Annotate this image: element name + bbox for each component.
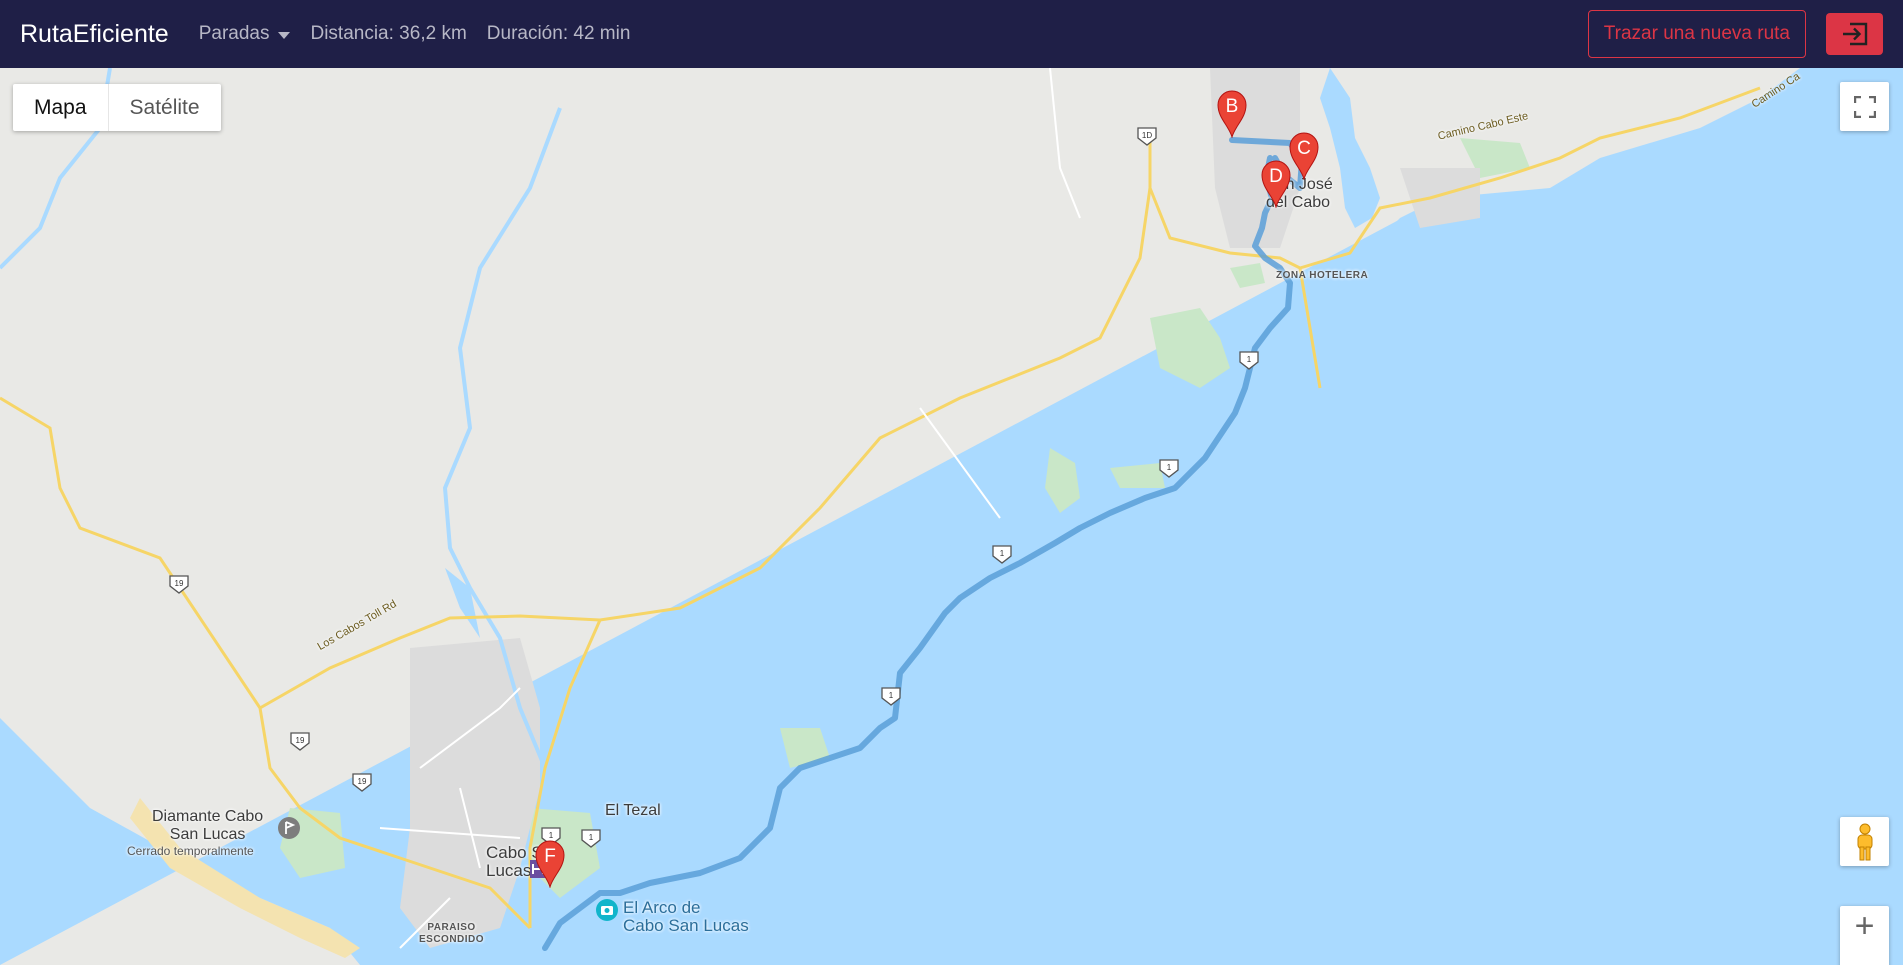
- svg-text:1: 1: [1167, 463, 1172, 472]
- zoom-control: +: [1840, 906, 1889, 965]
- label-paraiso-escondido: PARAISO ESCONDIDO: [419, 922, 485, 945]
- label-el-arco: El Arco de Cabo San Lucas: [623, 898, 749, 935]
- route-marker-c[interactable]: C: [1288, 132, 1320, 181]
- fullscreen-button[interactable]: [1840, 82, 1889, 131]
- stops-dropdown[interactable]: Paradas: [199, 23, 291, 45]
- svg-text:1D: 1D: [1142, 131, 1152, 140]
- pegman-icon: [1857, 823, 1872, 860]
- svg-text:1: 1: [1247, 355, 1252, 364]
- label-diamante: Diamante Cabo San Lucas: [152, 808, 264, 843]
- map-type-map-button[interactable]: Mapa: [13, 84, 108, 131]
- highway-shield-19: 19: [290, 732, 310, 751]
- distance-text: Distancia: 36,2 km: [310, 23, 467, 44]
- map-type-satellite-button[interactable]: Satélite: [107, 84, 221, 131]
- map-type-control: Mapa Satélite: [13, 84, 221, 131]
- svg-text:1: 1: [889, 691, 894, 700]
- label-el-tezal: El Tezal: [605, 802, 661, 819]
- highway-shield-1: 1: [881, 687, 901, 706]
- route-marker-d-label: D: [1269, 166, 1283, 187]
- duration-text: Duración: 42 min: [486, 23, 631, 44]
- svg-text:1: 1: [1000, 549, 1005, 558]
- map-canvas[interactable]: 1D 19 19 19 1 1 1 1 1 1 San José del Cab…: [0, 68, 1903, 965]
- route-marker-b-label: B: [1225, 96, 1239, 117]
- fullscreen-icon: [1853, 95, 1876, 118]
- svg-text:19: 19: [296, 736, 305, 745]
- route-marker-b[interactable]: B: [1216, 90, 1248, 139]
- golf-icon: [278, 817, 300, 839]
- logout-button[interactable]: [1826, 13, 1883, 55]
- highway-shield-19: 19: [352, 773, 372, 792]
- label-cerrado-temporalmente: Cerrado temporalmente: [127, 844, 254, 858]
- brand-title[interactable]: RutaEficiente: [20, 20, 169, 49]
- street-view-button[interactable]: [1840, 817, 1889, 866]
- logout-icon: [1842, 22, 1867, 46]
- route-marker-f-label: F: [544, 846, 556, 867]
- highway-shield-1: 1: [992, 545, 1012, 564]
- highway-shield-1: 1: [1239, 351, 1259, 370]
- svg-text:1: 1: [589, 833, 594, 842]
- svg-text:1: 1: [549, 831, 554, 840]
- svg-text:19: 19: [358, 777, 367, 786]
- new-route-button[interactable]: Trazar una nueva ruta: [1587, 10, 1806, 58]
- highway-shield-1d: 1D: [1137, 127, 1157, 146]
- svg-text:19: 19: [175, 579, 184, 588]
- highway-shield-19: 19: [169, 575, 189, 594]
- navbar: RutaEficiente Paradas Distancia: 36,2 km…: [0, 0, 1903, 68]
- stops-dropdown-label: Paradas: [198, 23, 270, 44]
- chevron-down-icon: [278, 31, 291, 39]
- route-marker-d[interactable]: D: [1260, 160, 1292, 209]
- zoom-in-button[interactable]: +: [1855, 909, 1875, 943]
- camera-icon: [596, 899, 618, 921]
- highway-shield-1: 1: [581, 829, 601, 848]
- route-marker-c-label: C: [1297, 138, 1311, 159]
- highway-shield-1: 1: [1159, 459, 1179, 478]
- label-zona-hotelera: ZONA HOTELERA: [1276, 270, 1369, 281]
- route-marker-f[interactable]: F: [534, 840, 566, 889]
